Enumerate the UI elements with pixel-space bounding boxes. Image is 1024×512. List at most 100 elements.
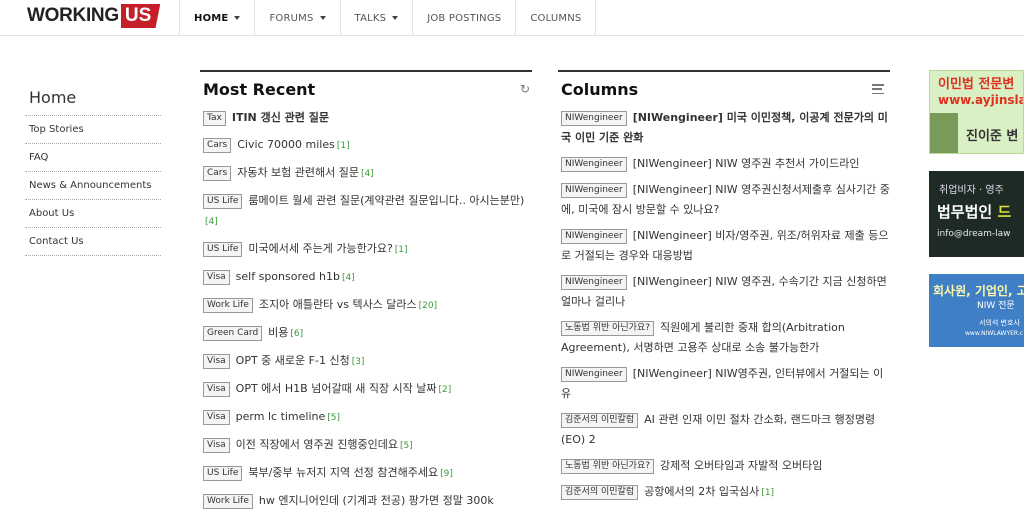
most-recent-title: Most Recent bbox=[203, 79, 316, 99]
ad-banner-niw-lawyer[interactable]: 회사원, 기업인, 고 NIW 전문 서의석 변호사 www.NIWLAWYER… bbox=[929, 274, 1024, 347]
list-item[interactable]: NIWengineer [NIWengineer] NIW 영주권 추천서 가이드… bbox=[558, 154, 890, 174]
ad-banner-immigration-law[interactable]: 이민법 전문변 www.ayjinslaw.c 진이준 변 bbox=[929, 70, 1024, 154]
category-tag[interactable]: 노동법 위반 아닌가요? bbox=[561, 459, 655, 474]
nav-job-postings[interactable]: JOB POSTINGS bbox=[412, 0, 515, 36]
category-tag[interactable]: Visa bbox=[203, 354, 230, 369]
list-item[interactable]: NIWengineer [NIWengineer] NIW영주권, 인터뷰에서 거… bbox=[558, 364, 890, 404]
item-title[interactable]: hw 엔지니어인데 (기계과 전공) 팡가면 정말 300k bbox=[259, 494, 494, 507]
columns-title: Columns bbox=[561, 79, 639, 99]
ad2-line2: 법무법인 드 bbox=[937, 201, 1011, 222]
item-title[interactable]: [NIWengineer] NIW 영주권 추천서 가이드라인 bbox=[633, 157, 860, 170]
list-item[interactable]: Cars Civic 70000 miles [1] bbox=[200, 135, 532, 156]
item-title[interactable]: 룸메이트 월세 관련 질문(계약관련 질문입니다.. 아시는분만) bbox=[248, 194, 524, 207]
comment-count: [5] bbox=[399, 441, 413, 451]
columns-header: Columns bbox=[558, 72, 890, 106]
list-item[interactable]: NIWengineer [NIWengineer] NIW 영주권신청서제출후 심… bbox=[558, 180, 890, 220]
item-title[interactable]: 미국에서세 주는게 가능한가요? bbox=[248, 242, 392, 255]
list-item[interactable]: 김준서의 이민칼럼 공항에서의 2차 입국심사 [1] bbox=[558, 482, 890, 503]
main-nav: HOME FORUMS TALKS JOB POSTINGS COLUMNS bbox=[179, 0, 597, 36]
item-title[interactable]: 조지아 애틀란타 vs 텍사스 달라스 bbox=[259, 298, 417, 311]
sidebar-item-about-us[interactable]: About Us bbox=[25, 200, 161, 228]
item-title[interactable]: self sponsored h1b bbox=[236, 270, 340, 283]
list-item[interactable]: NIWengineer [NIWengineer] 비자/영주권, 위조/허위자료… bbox=[558, 226, 890, 266]
category-tag[interactable]: Visa bbox=[203, 270, 230, 285]
category-tag[interactable]: Cars bbox=[203, 138, 232, 153]
list-item[interactable]: 노동법 위반 아닌가요? 강제적 오버타임과 자발적 오버타임 bbox=[558, 456, 890, 476]
columns-list: NIWengineer [NIWengineer] 미국 이민정책, 이공계 전문… bbox=[558, 106, 890, 503]
list-icon[interactable] bbox=[872, 84, 884, 94]
list-item[interactable]: Visa self sponsored h1b [4] bbox=[200, 267, 532, 288]
category-tag[interactable]: 노동법 위반 아닌가요? bbox=[561, 321, 655, 336]
list-item[interactable]: Visa OPT 에서 H1B 넘어갈때 새 직장 시작 날짜 [2] bbox=[200, 379, 532, 400]
category-tag[interactable]: NIWengineer bbox=[561, 157, 627, 172]
category-tag[interactable]: US Life bbox=[203, 194, 243, 209]
list-item[interactable]: Visa OPT 중 새로운 F-1 신청 [3] bbox=[200, 351, 532, 372]
list-item[interactable]: Cars 자동차 보험 관련해서 질문 [4] bbox=[200, 163, 532, 184]
item-title[interactable]: 북부/중부 뉴저지 지역 선정 참견해주세요 bbox=[248, 466, 438, 479]
category-tag[interactable]: NIWengineer bbox=[561, 183, 627, 198]
list-item[interactable]: Visa perm lc timeline [5] bbox=[200, 407, 532, 428]
ad1-line3: 진이준 변 bbox=[966, 129, 1019, 144]
item-title[interactable]: 강제적 오버타임과 자발적 오버타임 bbox=[660, 459, 822, 472]
list-item[interactable]: Tax ITIN 갱신 관련 질문 bbox=[200, 108, 532, 128]
category-tag[interactable]: NIWengineer bbox=[561, 275, 627, 290]
list-item[interactable]: 노동법 위반 아닌가요? 직원에게 불리한 중재 합의(Arbitration A… bbox=[558, 318, 890, 358]
ad1-line2: www.ayjinslaw.c bbox=[938, 93, 1023, 107]
most-recent-list: Tax ITIN 갱신 관련 질문 Cars Civic 70000 miles [1]… bbox=[200, 106, 532, 511]
list-item[interactable]: Green Card 비용 [6] bbox=[200, 323, 532, 344]
comment-count: [3] bbox=[351, 357, 365, 367]
item-title[interactable]: OPT 에서 H1B 넘어갈때 새 직장 시작 날짜 bbox=[236, 382, 437, 395]
category-tag[interactable]: NIWengineer bbox=[561, 229, 627, 244]
sidebar-item-contact-us[interactable]: Contact Us bbox=[25, 228, 161, 256]
item-title[interactable]: ITIN 갱신 관련 질문 bbox=[232, 111, 329, 124]
category-tag[interactable]: US Life bbox=[203, 466, 243, 481]
nav-columns[interactable]: COLUMNS bbox=[515, 0, 597, 36]
category-tag[interactable]: 김준서의 이민칼럼 bbox=[561, 485, 639, 500]
nav-talks[interactable]: TALKS bbox=[339, 0, 413, 36]
list-item[interactable]: US Life 북부/중부 뉴저지 지역 선정 참견해주세요 [9] bbox=[200, 463, 532, 484]
list-item[interactable]: Work Life hw 엔지니어인데 (기계과 전공) 팡가면 정말 300k bbox=[200, 491, 532, 511]
category-tag[interactable]: NIWengineer bbox=[561, 367, 627, 382]
category-tag[interactable]: Cars bbox=[203, 166, 232, 181]
item-title[interactable]: 자동차 보험 관련해서 질문 bbox=[237, 166, 359, 179]
ad-banner-dream-law[interactable]: 취업비자 · 영주 법무법인 드 info@dream-law bbox=[929, 171, 1024, 257]
refresh-icon[interactable]: ↻ bbox=[518, 82, 532, 96]
logo-text-us: US bbox=[120, 4, 161, 28]
list-item[interactable]: Work Life 조지아 애틀란타 vs 텍사스 달라스 [20] bbox=[200, 295, 532, 316]
comment-count: [4] bbox=[205, 217, 218, 227]
category-tag[interactable]: Visa bbox=[203, 438, 230, 453]
item-title[interactable]: Civic 70000 miles bbox=[237, 138, 335, 151]
item-title[interactable]: 공항에서의 2차 입국심사 bbox=[644, 485, 759, 498]
category-tag[interactable]: US Life bbox=[203, 242, 243, 257]
category-tag[interactable]: Green Card bbox=[203, 326, 263, 341]
comment-count: [4] bbox=[341, 273, 355, 283]
nav-forums[interactable]: FORUMS bbox=[254, 0, 339, 36]
sidebar-item-top-stories[interactable]: Top Stories bbox=[25, 116, 161, 144]
category-tag[interactable]: Visa bbox=[203, 382, 230, 397]
category-tag[interactable]: Visa bbox=[203, 410, 230, 425]
list-item[interactable]: NIWengineer [NIWengineer] NIW 영주권, 수속기간 지… bbox=[558, 272, 890, 312]
category-tag[interactable]: Work Life bbox=[203, 298, 253, 313]
list-item[interactable]: US Life 룸메이트 월세 관련 질문(계약관련 질문입니다.. 아시는분만)… bbox=[200, 191, 532, 232]
ad2-line1: 취업비자 · 영주 bbox=[939, 185, 1004, 196]
chevron-down-icon bbox=[392, 16, 399, 20]
item-title[interactable]: perm lc timeline bbox=[236, 410, 326, 423]
list-item[interactable]: US Life 미국에서세 주는게 가능한가요? [1] bbox=[200, 239, 532, 260]
columns-panel: Columns NIWengineer [NIWengineer] 미국 이민정책… bbox=[558, 70, 890, 509]
item-title[interactable]: 이전 직장에서 영주권 진행중인데요 bbox=[236, 438, 398, 451]
most-recent-header: Most Recent ↻ bbox=[200, 72, 532, 106]
site-logo[interactable]: WORKING US bbox=[27, 4, 161, 28]
nav-home[interactable]: HOME bbox=[179, 0, 254, 36]
category-tag[interactable]: Work Life bbox=[203, 494, 253, 509]
category-tag[interactable]: Tax bbox=[203, 111, 226, 126]
category-tag[interactable]: 김준서의 이민칼럼 bbox=[561, 413, 639, 428]
item-title[interactable]: OPT 중 새로운 F-1 신청 bbox=[236, 354, 350, 367]
list-item[interactable]: 김준서의 이민칼럼 AI 관련 인재 이민 절차 간소화, 랜드마크 행정명령(E… bbox=[558, 410, 890, 450]
category-tag[interactable]: NIWengineer bbox=[561, 111, 627, 126]
item-title[interactable]: 비용 bbox=[268, 326, 288, 339]
sidebar-item-faq[interactable]: FAQ bbox=[25, 144, 161, 172]
sidebar-item-news[interactable]: News & Announcements bbox=[25, 172, 161, 200]
list-item[interactable]: Visa 이전 직장에서 영주권 진행중인데요 [5] bbox=[200, 435, 532, 456]
list-item[interactable]: NIWengineer [NIWengineer] 미국 이민정책, 이공계 전문… bbox=[558, 108, 890, 148]
comment-count: [20] bbox=[418, 301, 438, 311]
